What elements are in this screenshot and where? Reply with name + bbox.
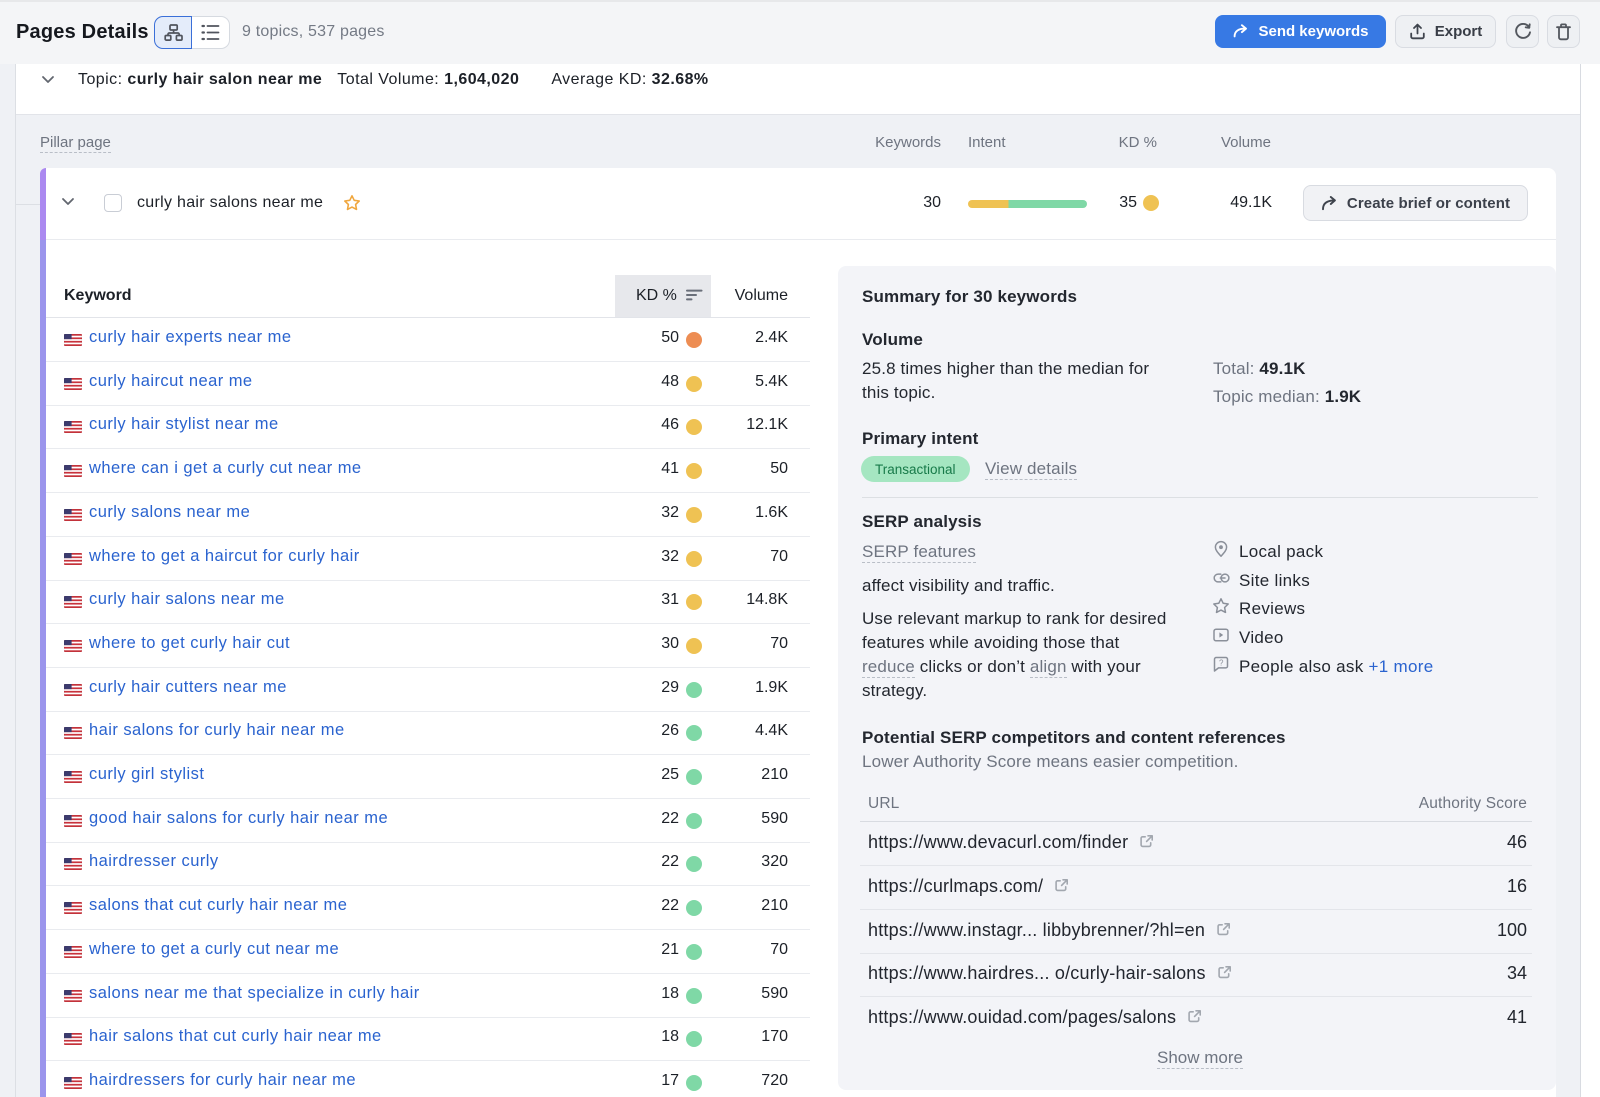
svg-text:?: ? (1219, 658, 1224, 667)
